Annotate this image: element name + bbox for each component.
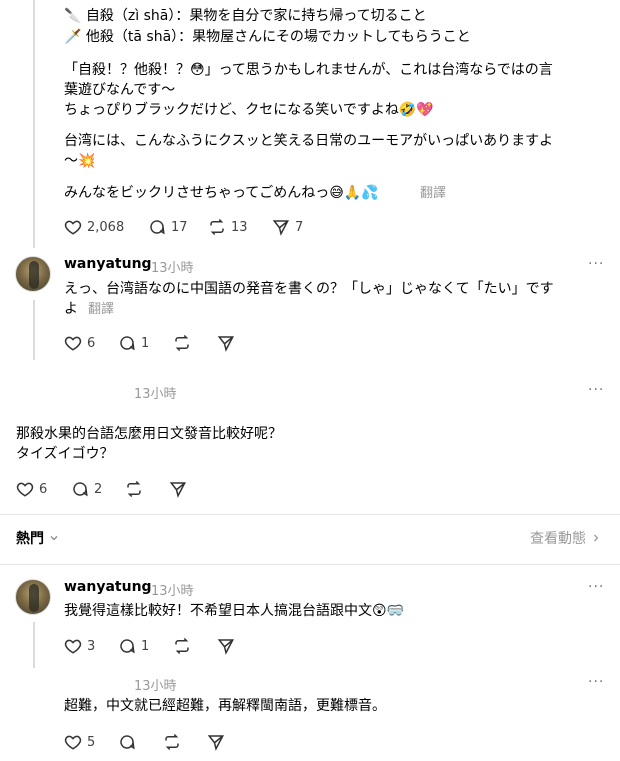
comment-icon xyxy=(120,336,135,351)
heart-icon xyxy=(64,735,82,750)
share-button[interactable] xyxy=(207,733,225,751)
comment-button[interactable]: 2 xyxy=(71,480,102,498)
post-line: 「自殺！？他殺！？😳」って思うかもしれませんが、これは台湾ならではの言 xyxy=(64,62,553,78)
reply-text: えっ、台湾語なのに中国語の発音を書くの？「しゃ」じゃなくて「たい」です xyxy=(64,281,554,297)
more-options-icon[interactable]: ··· xyxy=(588,674,604,690)
share-button[interactable] xyxy=(217,334,235,352)
timestamp[interactable]: 13小時 xyxy=(151,580,194,599)
timestamp[interactable]: 13小時 xyxy=(134,675,177,694)
post-line: 葉遊びなんです～ xyxy=(64,82,176,98)
divider xyxy=(0,514,620,515)
repost-icon xyxy=(175,334,189,352)
reply-text: 我覺得這樣比較好！不希望日本人搞混台語跟中文😲🥽 xyxy=(64,603,405,619)
view-activity-label: 查看動態 xyxy=(530,531,586,547)
send-icon xyxy=(272,220,289,236)
repost-button[interactable] xyxy=(125,480,143,498)
heart-icon xyxy=(64,336,82,351)
comment-count: 1 xyxy=(141,638,150,654)
share-count: 7 xyxy=(295,219,304,235)
more-options-icon[interactable]: ··· xyxy=(588,382,604,398)
like-button[interactable]: 2,068 xyxy=(64,218,124,236)
chevron-right-icon xyxy=(594,534,599,542)
comment-count: 2 xyxy=(94,481,103,497)
reply-text: タイズイゴウ？ xyxy=(16,446,114,462)
send-icon xyxy=(207,735,224,751)
chevron-down-icon xyxy=(50,536,58,541)
share-button[interactable] xyxy=(217,637,235,655)
sort-label: 熱門 xyxy=(16,531,44,547)
post-line: ～💥 xyxy=(64,153,96,169)
comment-icon xyxy=(120,639,135,654)
thread-line xyxy=(33,0,35,248)
comment-button[interactable] xyxy=(118,733,136,751)
like-button[interactable]: 5 xyxy=(64,733,95,751)
like-button[interactable]: 6 xyxy=(16,480,47,498)
username[interactable]: wanyatung xyxy=(64,256,152,272)
repost-count: 13 xyxy=(231,219,248,235)
comment-icon xyxy=(73,482,88,497)
share-button[interactable] xyxy=(169,480,187,498)
share-button[interactable]: 7 xyxy=(272,218,303,236)
send-icon xyxy=(217,336,234,352)
timestamp[interactable]: 13小時 xyxy=(134,383,177,402)
avatar[interactable] xyxy=(15,256,51,292)
reply-text: よ xyxy=(64,301,78,317)
heart-icon xyxy=(64,220,82,235)
repost-button[interactable] xyxy=(173,334,191,352)
comment-button[interactable]: 1 xyxy=(118,334,149,352)
comment-count: 1 xyxy=(141,335,150,351)
translate-link[interactable]: 翻譯 xyxy=(420,183,446,204)
post-line: ちょっぴりブラックだけど、クセになる笑いですよね🤣💖 xyxy=(64,102,434,118)
like-count: 6 xyxy=(39,481,48,497)
comment-button[interactable]: 1 xyxy=(118,637,149,655)
post-line: 🗡️ 他殺（tā shā）：果物屋さんにその場でカットしてもらうこと xyxy=(64,29,471,45)
comment-count: 17 xyxy=(171,219,188,235)
like-count: 3 xyxy=(87,638,96,654)
like-button[interactable]: 6 xyxy=(64,334,95,352)
repost-icon xyxy=(175,637,189,655)
avatar[interactable] xyxy=(15,579,51,615)
thread-line xyxy=(33,622,35,668)
divider xyxy=(0,564,620,565)
repost-button[interactable] xyxy=(173,637,191,655)
repost-icon xyxy=(210,218,224,236)
reply-text: 那殺水果的台語怎麼用日文發音比較好呢？ xyxy=(16,426,282,442)
repost-icon xyxy=(127,480,141,498)
view-activity-link[interactable]: 查看動態 xyxy=(530,528,602,548)
more-options-icon[interactable]: ··· xyxy=(588,256,604,272)
send-icon xyxy=(169,482,186,498)
translate-link[interactable]: 翻譯 xyxy=(88,299,114,320)
reply-text: 超難，中文就已經超難，再解釋閩南語，更難標音。 xyxy=(64,698,386,714)
like-button[interactable]: 3 xyxy=(64,637,95,655)
comment-button[interactable]: 17 xyxy=(148,218,188,236)
comment-icon xyxy=(150,220,165,235)
username[interactable]: wanyatung xyxy=(64,579,152,595)
like-count: 6 xyxy=(87,335,96,351)
sort-dropdown[interactable]: 熱門 xyxy=(16,528,60,548)
thread-line xyxy=(33,300,35,360)
comment-icon xyxy=(120,735,135,750)
like-count: 2,068 xyxy=(87,219,125,235)
heart-icon xyxy=(64,639,82,654)
heart-icon xyxy=(16,482,34,497)
repost-icon xyxy=(165,733,179,751)
more-options-icon[interactable]: ··· xyxy=(588,579,604,595)
repost-button[interactable] xyxy=(163,733,181,751)
repost-button[interactable]: 13 xyxy=(208,218,248,236)
post-line: 台湾には、こんなふうにクスッと笑える日常のユーモアがいっぱいありますよ xyxy=(64,133,554,149)
post-line: 🔪 自殺（zì shā）：果物を自分で家に持ち帰って切ること xyxy=(64,8,427,24)
post-line: みんなをビックリさせちゃってごめんねっ😅🙏💦 xyxy=(64,185,379,201)
like-count: 5 xyxy=(87,734,96,750)
timestamp[interactable]: 13小時 xyxy=(151,257,194,276)
send-icon xyxy=(217,639,234,655)
